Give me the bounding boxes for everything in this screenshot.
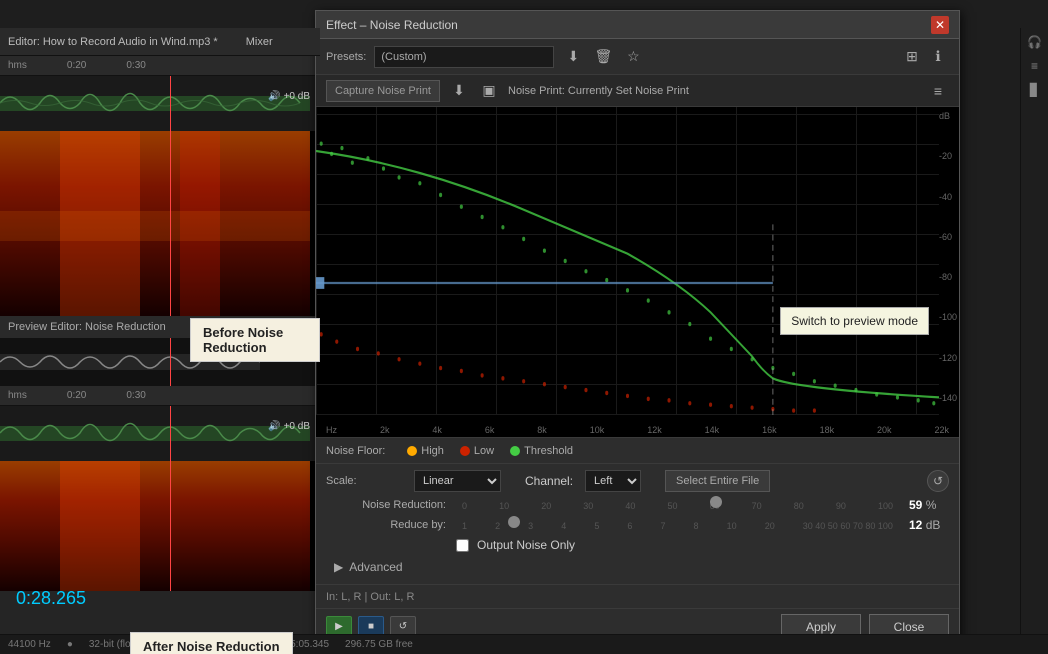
- playhead-mini: [170, 338, 171, 386]
- legend-threshold: Threshold: [510, 445, 573, 457]
- track-ruler: hms 0:20 0:30: [0, 56, 320, 76]
- right-sidebar: 🎧 ≡ ▊: [1020, 28, 1048, 654]
- reduce-by-value: 12 dB: [909, 518, 949, 532]
- playhead-top: [170, 76, 171, 131]
- ruler2-020: 0:20: [67, 390, 86, 401]
- noise-reduction-row: Noise Reduction: 0 10 20 30 40 50 60 70 …: [326, 498, 949, 512]
- duration: 5:05.345: [290, 639, 329, 650]
- reduce-by-label: Reduce by:: [326, 519, 446, 531]
- save-preset-button[interactable]: ⬇: [562, 46, 584, 68]
- legend-row: Noise Floor: High Low Threshold: [316, 437, 959, 463]
- ruler-hms: hms: [8, 60, 27, 71]
- reduce-by-labels: 1 2 3 4 5 6 7 8 10 20 30 40 50 60 70 80 …: [462, 521, 893, 531]
- io-label: In: L, R | Out: L, R: [326, 591, 414, 603]
- capture-noise-print-button[interactable]: Capture Noise Print: [326, 80, 440, 102]
- noise-print-menu-icon[interactable]: ≡: [927, 80, 949, 102]
- chart-area: dB -20 -40 -60 -80 -100 -120 -140 Hz 2k …: [316, 107, 959, 437]
- hz-labels: Hz 2k 4k 6k 8k 10k 12k 14k 16k 18k 20k 2…: [326, 425, 949, 435]
- output-noise-only-row: Output Noise Only: [456, 538, 949, 552]
- noise-print-download-icon[interactable]: ⬇: [448, 80, 470, 102]
- stereo-mode: Stereo: [180, 639, 209, 650]
- advanced-chevron-icon: ▶: [334, 560, 343, 574]
- noise-print-row: Capture Noise Print ⬇ ▣ Noise Print: Cur…: [316, 75, 959, 107]
- sidebar-headphone-icon[interactable]: 🎧: [1025, 32, 1045, 52]
- noise-reduction-label: Noise Reduction:: [326, 499, 446, 511]
- volume-indicator: 🔊 +0 dB: [268, 91, 310, 102]
- reduce-by-row: Reduce by: 1 2 3 4 5 6 7 8 10 20 3: [326, 518, 949, 532]
- delete-preset-button[interactable]: 🗑: [592, 46, 614, 68]
- ruler2-030: 0:30: [126, 390, 145, 401]
- preview-editor-label: Preview Editor: Noise Reduction: [0, 316, 320, 338]
- legend-high-dot: [407, 446, 417, 456]
- io-row: In: L, R | Out: L, R: [316, 584, 959, 608]
- output-noise-only-checkbox[interactable]: [456, 539, 469, 552]
- ruler-020: 0:20: [67, 60, 86, 71]
- presets-row: Presets: ⬇ 🗑 ☆ ⊞ ℹ: [316, 39, 959, 75]
- channel-label: Channel:: [525, 474, 573, 488]
- scale-select[interactable]: Linear Logarithmic: [414, 470, 501, 492]
- dialog-titlebar: Effect – Noise Reduction ✕: [316, 11, 959, 39]
- waveform-track-bottom: 🔊 +0 dB: [0, 406, 320, 461]
- editor-title: Editor: How to Record Audio in Wind.mp3 …: [8, 36, 218, 48]
- editor-panel: Editor: How to Record Audio in Wind.mp3 …: [0, 28, 320, 654]
- mixer-label: Mixer: [246, 36, 273, 48]
- mini-volume: 🔊 +0 dB: [268, 350, 310, 361]
- dialog-close-button[interactable]: ✕: [931, 16, 949, 34]
- timestamp-display: 0:28.265: [8, 588, 94, 609]
- settings-icon[interactable]: ⊞: [901, 46, 923, 68]
- db-labels: dB -20 -40 -60 -80 -100 -120 -140: [939, 107, 957, 407]
- noise-floor-label: Noise Floor:: [326, 445, 385, 457]
- noise-reduction-slider-container: 0 10 20 30 40 50 60 70 80 90 100: [462, 500, 893, 511]
- spectrogram-top: [0, 131, 320, 316]
- dialog-title: Effect – Noise Reduction: [326, 18, 458, 32]
- mini-waveform: 🔊 +0 dB: [0, 338, 320, 386]
- legend-low: Low: [460, 445, 494, 457]
- waveform-track: 🔊 +0 dB: [0, 76, 320, 131]
- track-ruler-2: hms 0:20 0:30: [0, 386, 320, 406]
- noise-reduction-thumb[interactable]: [710, 496, 722, 508]
- legend-low-dot: [460, 446, 470, 456]
- bit-depth: 32-bit (float): [89, 639, 142, 650]
- scale-channel-row: Scale: Linear Logarithmic Channel: Left …: [326, 470, 949, 492]
- ruler-030: 0:30: [126, 60, 145, 71]
- info-icon[interactable]: ℹ: [927, 46, 949, 68]
- channel-select[interactable]: Left Right Both: [585, 470, 641, 492]
- sample-rate: 44100 Hz: [8, 639, 51, 650]
- volume-bottom: 🔊 +0 dB: [268, 421, 310, 432]
- legend-high: High: [407, 445, 444, 457]
- output-noise-only-label: Output Noise Only: [477, 538, 575, 552]
- playhead-spec-top: [170, 131, 171, 316]
- advanced-row[interactable]: ▶ Advanced: [334, 556, 949, 578]
- advanced-label: Advanced: [349, 560, 402, 574]
- spectrogram-bottom: [0, 461, 320, 591]
- free-space: 296.75 GB free: [345, 639, 413, 650]
- favorite-preset-button[interactable]: ☆: [622, 46, 644, 68]
- chart-svg: [316, 107, 939, 415]
- file-size: 102.74 MB: [226, 639, 274, 650]
- noise-reduction-labels: 0 10 20 30 40 50 60 70 80 90 100: [462, 501, 893, 511]
- ruler2-hms: hms: [8, 390, 27, 401]
- reset-button[interactable]: ↺: [927, 470, 949, 492]
- noise-reduction-value: 59 %: [909, 498, 949, 512]
- status-bar: 44100 Hz ● 32-bit (float) ● Stereo 102.7…: [0, 634, 1048, 654]
- top-bar: Editor: How to Record Audio in Wind.mp3 …: [0, 28, 320, 56]
- noise-print-status: Noise Print: Currently Set Noise Print: [508, 85, 689, 97]
- playhead-spec-bottom: [170, 461, 171, 591]
- sidebar-eq-icon[interactable]: ≡: [1025, 56, 1045, 76]
- reduce-by-thumb[interactable]: [508, 516, 520, 528]
- presets-label: Presets:: [326, 51, 366, 63]
- playhead-bottom: [170, 406, 171, 461]
- select-entire-file-button[interactable]: Select Entire File: [665, 470, 770, 492]
- scale-label: Scale:: [326, 475, 406, 487]
- legend-threshold-dot: [510, 446, 520, 456]
- sidebar-levels-icon[interactable]: ▊: [1025, 80, 1045, 100]
- presets-input[interactable]: [374, 46, 554, 68]
- noise-print-toggle-icon[interactable]: ▣: [478, 80, 500, 102]
- reduce-by-slider-container: 1 2 3 4 5 6 7 8 10 20 30 40 50 60 70 80 …: [462, 520, 893, 531]
- noise-reduction-dialog: Effect – Noise Reduction ✕ Presets: ⬇ 🗑 …: [315, 10, 960, 645]
- controls-section: Scale: Linear Logarithmic Channel: Left …: [316, 463, 959, 584]
